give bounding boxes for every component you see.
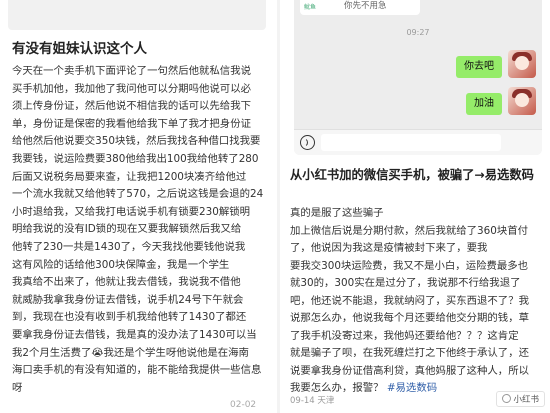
body-line: 后面又说税务局要来查，让我把1200块凑齐给他过: [12, 170, 247, 183]
avatar-face: [515, 93, 529, 107]
body-line: 给他然后他说要交350块钱，然后我找各种借口找我要: [12, 135, 261, 148]
body-line: 须上传身份证，然后他说不相信我的话可以先给我下: [12, 100, 251, 113]
chat-screenshot[interactable]: 鱿鱼 你先不用急 09:27 你去吧 加油: [294, 0, 542, 155]
xiaohongshu-watermark: 小红书: [496, 391, 545, 407]
watermark-logo-icon: [502, 394, 512, 403]
right-post-body: 真的是服了这些骗子 加上微信后说是分期付款，然后我就给了360块首付 了，他说因…: [290, 205, 548, 398]
body-line: 我2个月生活费了😭我还是个学生呀他说他是在海南: [12, 346, 249, 359]
left-post-date: 02-02: [230, 400, 257, 410]
body-line: 我真给不出来了，他就让我去借钱，我说我不借他: [12, 276, 241, 289]
right-post-footer: 09-14 天津 小红书: [290, 391, 545, 407]
left-post-card[interactable]: 有没有姐妹认识这个人 今天在一个卖手机下面评论了一句然后他就私信我说 买手机加他…: [0, 0, 277, 413]
previous-message: 鱿鱼 你先不用急: [300, 0, 420, 15]
right-post-title: 从小红书加的微信买手机，被骗了→易选数码: [290, 166, 545, 184]
body-line: 小时退给我，又给我打电话说手机有锁要230解锁明: [12, 205, 251, 218]
body-line: 他转了230一共是1430了，今天我找他要钱他说我: [12, 240, 246, 253]
body-line: 说要拿我身份证借高利贷，真他妈服了这种人，所以: [290, 364, 529, 377]
body-line: 了我手机没寄过来，我他妈还要给他？？？这肯定: [290, 329, 519, 342]
previous-message-text: 你先不用急: [344, 1, 387, 11]
chat-input-bar: [294, 129, 542, 155]
sent-message-bubble: 加油: [466, 93, 502, 115]
avatar-face: [515, 56, 529, 70]
body-line: 要拿我身份证去借钱，我是真的没办法了1430可以当: [12, 328, 257, 341]
body-line: 今天在一个卖手机下面评论了一句然后他就私信我说: [12, 65, 251, 77]
message-input[interactable]: [321, 134, 501, 151]
body-line: 买手机加他，我加他了我问他可以分期吗他说可以必: [12, 82, 251, 95]
body-line: 了，他说因为我这是疫情被封下来了，要我: [290, 242, 488, 254]
body-line: 就30的，300实在是过分了，我说那不行给我退了: [290, 277, 521, 289]
left-post-title: 有没有姐妹认识这个人: [12, 41, 147, 57]
title-line: 从小红书加的微信买手机，被骗了→易选数码: [290, 168, 534, 182]
user-avatar[interactable]: [508, 50, 536, 78]
body-line: 真的是服了这些骗子: [290, 207, 384, 219]
body-line: 这有风险的话给他300块保障金，我是一个学生: [12, 258, 230, 271]
body-line: 单，身份证是保密的我看他给我下单了我才把身份证: [12, 117, 251, 130]
body-line: 要我交300块运险费，我又不是小白，运险费最多也: [290, 259, 529, 272]
right-post-date: 09-14 天津: [290, 396, 335, 406]
watermark-text: 小红书: [513, 395, 539, 405]
body-line: 吧，他还说不能退，我就纳闷了，买东西退不了？我: [290, 294, 529, 307]
body-line: 明给我说的没有ID锁的现在又要我解锁然后我又给: [12, 223, 242, 236]
left-post-image-strip[interactable]: [8, 0, 266, 30]
body-line: 就是骗子了呗，在我死缠烂打之下他终于承认了，还: [290, 347, 529, 359]
body-line: 一个流水我就又给他转了570，之后说这钱是会退的24: [12, 188, 264, 201]
body-line: 呀: [12, 381, 23, 394]
chat-timestamp: 09:27: [406, 28, 430, 37]
body-line: 海口卖手机的有没有知道的，能不能给我提供一些信息: [12, 364, 262, 377]
body-line: 到，我现在也没有收到手机我给他转了1430了都还: [12, 311, 247, 324]
right-post-card[interactable]: 鱿鱼 你先不用急 09:27 你去吧 加油 从小红书加的微信买手机，被骗了→易选…: [280, 0, 550, 413]
left-post-body: 今天在一个卖手机下面评论了一句然后他就私信我说 买手机加他，我加他了我问他可以分…: [12, 63, 272, 397]
user-avatar[interactable]: [508, 87, 536, 115]
body-line: 加上微信后说是分期付款，然后我就给了360块首付: [290, 224, 529, 237]
body-line: 就威胁我拿我身份证去借钱，说手机24号下午就会: [12, 293, 244, 306]
body-line: 我要钱，说运险费要380他给我出100我给他转了280: [12, 152, 259, 165]
voice-icon[interactable]: [300, 135, 315, 150]
sent-message-bubble: 你去吧: [456, 56, 502, 78]
sender-mini-avatar: 鱿鱼: [304, 4, 317, 11]
body-line: 说那怎么办，他说我每个月还要给他交分期的钱，草: [290, 312, 529, 324]
